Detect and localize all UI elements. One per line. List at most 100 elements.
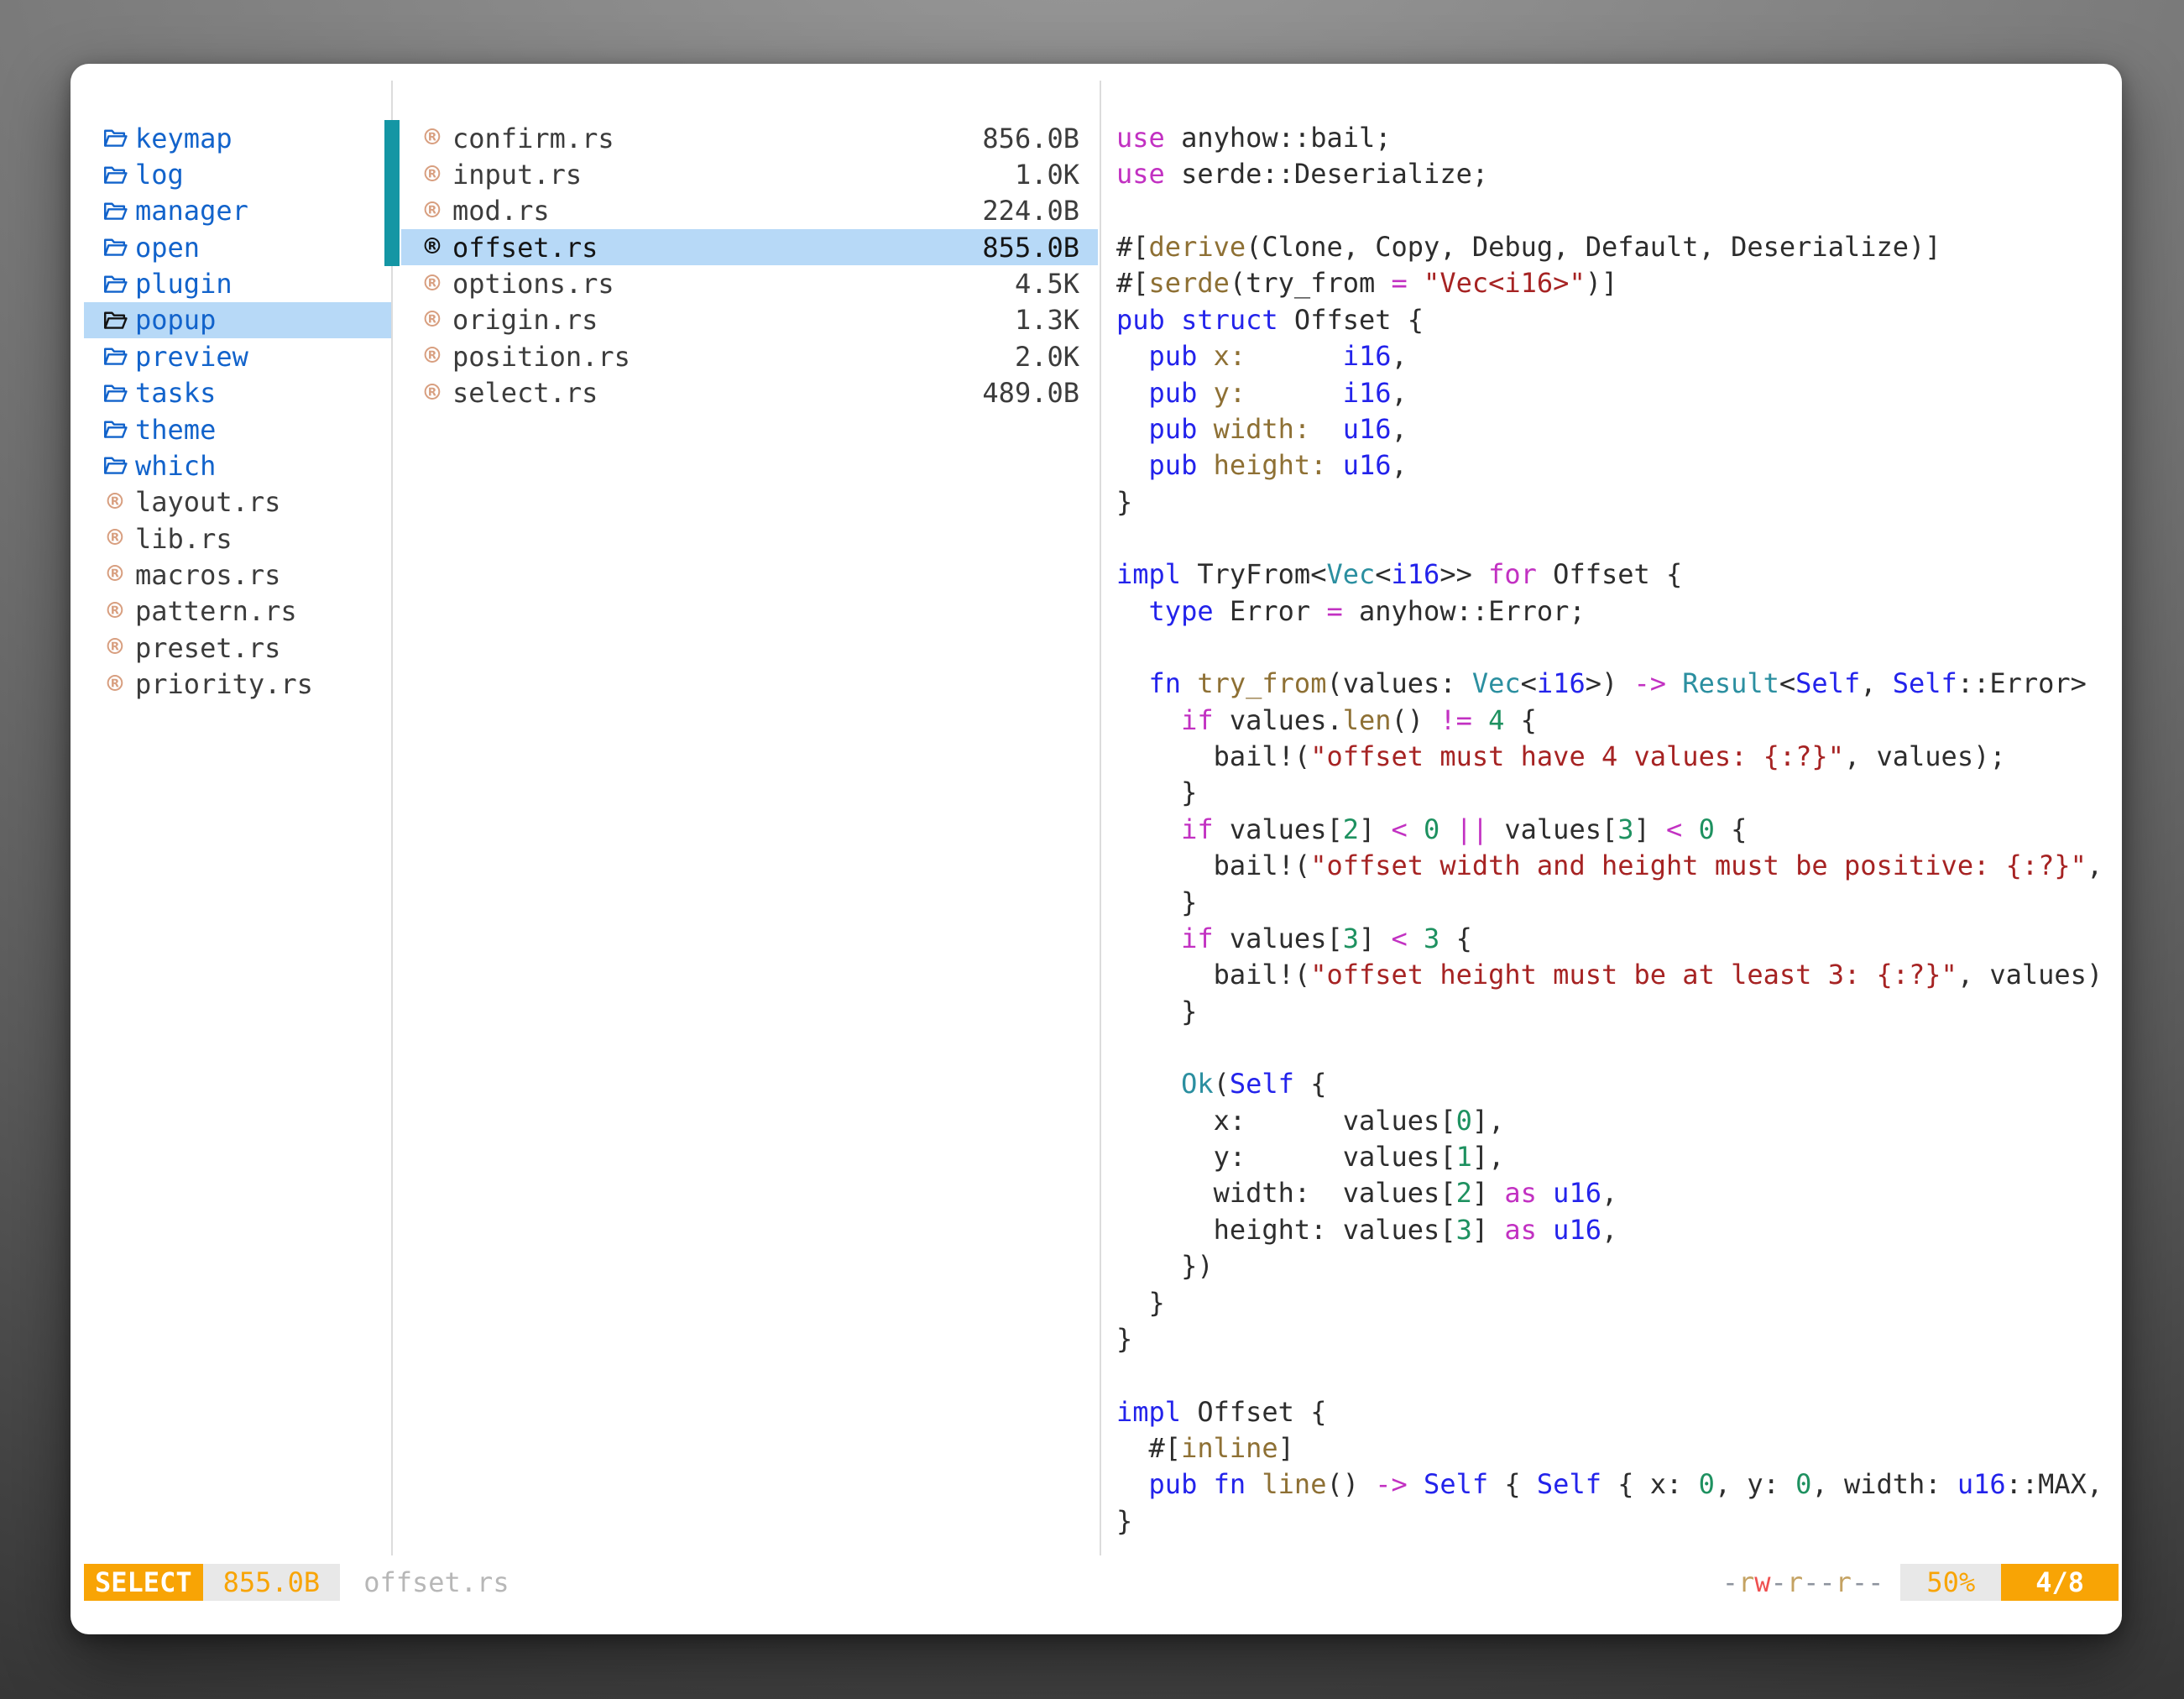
item-label: select.rs — [452, 377, 598, 409]
file-item-offset.rs[interactable]: ®offset.rs855.0B — [401, 229, 1098, 265]
code-line: fn try_from(values: Vec<i16>) -> Result<… — [1116, 666, 2105, 702]
dir-item-manager[interactable]: manager — [84, 193, 391, 229]
file-item-origin.rs[interactable]: ®origin.rs1.3K — [401, 302, 1098, 338]
file-item-lib.rs[interactable]: ®lib.rs — [84, 520, 391, 557]
file-item-select.rs[interactable]: ®select.rs 489.0B — [401, 375, 1098, 411]
dir-item-log[interactable]: log — [84, 156, 391, 192]
item-label: log — [135, 159, 184, 191]
code-line — [1116, 193, 2105, 229]
item-label: tasks — [135, 377, 216, 409]
file-size: 489.0B — [982, 377, 1098, 409]
code-line: type Error = anyhow::Error; — [1116, 593, 2105, 630]
dir-item-plugin[interactable]: plugin — [84, 265, 391, 301]
file-item-priority.rs[interactable]: ®priority.rs — [84, 666, 391, 702]
item-label: origin.rs — [452, 304, 598, 336]
item-label: layout.rs — [135, 486, 280, 518]
code-line: impl TryFrom<Vec<i16>> for Offset { — [1116, 557, 2105, 593]
code-line: bail!("offset must have 4 values: {:?}",… — [1116, 739, 2105, 775]
rust-gear-icon: ® — [101, 672, 129, 698]
file-item-input.rs[interactable]: ®input.rs1.0K — [401, 156, 1098, 192]
dir-item-theme[interactable]: theme — [84, 411, 391, 447]
code-line: bail!("offset width and height must be p… — [1116, 848, 2105, 884]
file-size: 2.0K — [1015, 341, 1098, 373]
file-item-position.rs[interactable]: ®position.rs 2.0K — [401, 338, 1098, 374]
code-line: height: values[3] as u16, — [1116, 1212, 2105, 1248]
parent-pane: keymap log manager open plugin popup pre… — [84, 120, 391, 703]
file-item-options.rs[interactable]: ®options.rs4.5K — [401, 265, 1098, 301]
rust-gear-icon: ® — [101, 525, 129, 552]
dir-item-keymap[interactable]: keymap — [84, 120, 391, 156]
code-line: use serde::Deserialize; — [1116, 156, 2105, 192]
code-line: y: values[1], — [1116, 1139, 2105, 1175]
code-line: pub height: u16, — [1116, 447, 2105, 484]
code-line: } — [1116, 994, 2105, 1030]
open-folder-icon — [101, 343, 129, 369]
item-label: position.rs — [452, 341, 630, 373]
code-line — [1116, 630, 2105, 666]
code-line: }) — [1116, 1248, 2105, 1284]
code-line: } — [1116, 885, 2105, 921]
dir-item-open[interactable]: open — [84, 229, 391, 265]
file-item-macros.rs[interactable]: ®macros.rs — [84, 557, 391, 593]
item-label: which — [135, 450, 216, 482]
open-folder-icon — [101, 198, 129, 224]
dir-item-preview[interactable]: preview — [84, 338, 391, 374]
file-size: 855.0B — [982, 232, 1098, 264]
item-label: confirm.rs — [452, 123, 614, 154]
item-label: open — [135, 232, 200, 264]
item-label: priority.rs — [135, 668, 313, 700]
item-label: mod.rs — [452, 195, 550, 227]
dir-item-popup[interactable]: popup — [84, 302, 391, 338]
permissions-text: -rw-r--r-- — [1722, 1566, 1884, 1598]
code-line: pub width: u16, — [1116, 411, 2105, 447]
code-line: pub y: i16, — [1116, 375, 2105, 411]
file-list: ®confirm.rs856.0B®input.rs1.0K®mod.rs224… — [401, 120, 1098, 411]
open-folder-icon — [101, 162, 129, 188]
dir-item-which[interactable]: which — [84, 447, 391, 484]
code-line: bail!("offset height must be at least 3:… — [1116, 957, 2105, 993]
yazi-file-manager-window: keymap log manager open plugin popup pre… — [71, 64, 2122, 1634]
code-line — [1116, 1357, 2105, 1393]
item-label: popup — [135, 304, 216, 336]
current-pane: ®confirm.rs856.0B®input.rs1.0K®mod.rs224… — [401, 120, 1098, 411]
cursor-position-badge: 4/8 — [2001, 1564, 2119, 1601]
rust-gear-icon: ® — [418, 125, 447, 151]
rust-gear-icon: ® — [418, 343, 447, 369]
preview-pane: use anyhow::bail;use serde::Deserialize;… — [1116, 120, 2105, 1540]
open-folder-icon — [101, 125, 129, 151]
open-folder-icon — [101, 380, 129, 406]
code-line: #[inline] — [1116, 1430, 2105, 1466]
desktop-background: keymap log manager open plugin popup pre… — [0, 0, 2184, 1699]
item-label: input.rs — [452, 159, 582, 191]
rust-gear-icon: ® — [101, 635, 129, 661]
file-item-preset.rs[interactable]: ®preset.rs — [84, 630, 391, 666]
open-folder-icon — [101, 416, 129, 442]
rust-gear-icon: ® — [418, 162, 447, 188]
file-item-pattern.rs[interactable]: ®pattern.rs — [84, 593, 391, 630]
file-item-mod.rs[interactable]: ®mod.rs224.0B — [401, 193, 1098, 229]
item-label: preview — [135, 341, 248, 373]
parent-list: keymap log manager open plugin popup pre… — [84, 120, 391, 703]
file-item-confirm.rs[interactable]: ®confirm.rs856.0B — [401, 120, 1098, 156]
item-label: plugin — [135, 268, 233, 300]
code-line: if values[2] < 0 || values[3] < 0 { — [1116, 812, 2105, 848]
code-line: } — [1116, 1503, 2105, 1540]
status-filename: offset.rs — [363, 1566, 509, 1598]
item-label: lib.rs — [135, 523, 233, 555]
code-line: #[serde(try_from = "Vec<i16>")] — [1116, 265, 2105, 301]
code-line: #[derive(Clone, Copy, Debug, Default, De… — [1116, 229, 2105, 265]
rust-gear-icon: ® — [418, 380, 447, 406]
code-line: impl Offset { — [1116, 1394, 2105, 1430]
code-line: width: values[2] as u16, — [1116, 1175, 2105, 1211]
open-folder-icon — [101, 307, 129, 333]
code-line: x: values[0], — [1116, 1103, 2105, 1139]
code-line: pub fn line() -> Self { Self { x: 0, y: … — [1116, 1466, 2105, 1503]
item-label: preset.rs — [135, 632, 280, 664]
code-line — [1116, 520, 2105, 557]
file-item-layout.rs[interactable]: ®layout.rs — [84, 484, 391, 520]
code-line: } — [1116, 775, 2105, 811]
file-size: 1.3K — [1015, 304, 1098, 336]
file-size-badge: 855.0B — [203, 1564, 341, 1601]
dir-item-tasks[interactable]: tasks — [84, 375, 391, 411]
item-label: macros.rs — [135, 559, 280, 591]
